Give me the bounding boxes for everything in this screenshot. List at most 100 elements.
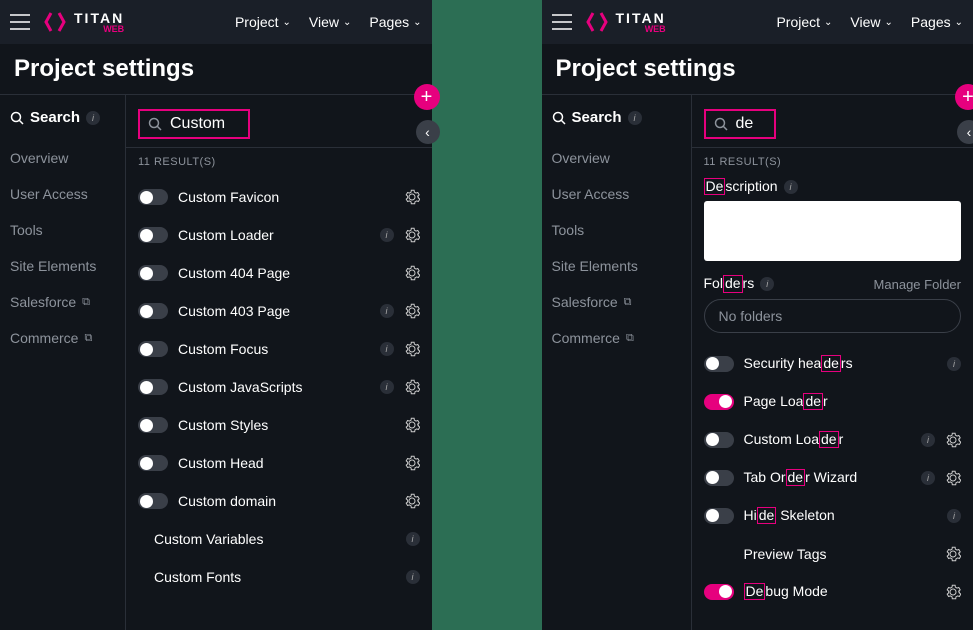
info-icon[interactable]: i	[380, 342, 394, 356]
sidebar-item-tools[interactable]: Tools	[10, 212, 115, 248]
chevron-down-icon: ⌄	[343, 17, 351, 28]
gear-icon[interactable]	[945, 470, 961, 486]
sidebar-item-site-elements[interactable]: Site Elements	[10, 248, 115, 284]
info-icon[interactable]: i	[760, 277, 774, 291]
info-icon[interactable]: i	[628, 111, 642, 125]
sidebar-item-commerce[interactable]: Commerce⧉	[552, 320, 681, 356]
chevron-down-icon: ⌄	[955, 17, 963, 28]
setting-label: Custom Variables	[154, 531, 396, 547]
setting-row: Custom Loaderi	[704, 421, 962, 459]
toggle[interactable]	[704, 432, 734, 448]
info-icon[interactable]: i	[947, 509, 961, 523]
setting-row: Custom Fonts i	[138, 558, 420, 596]
info-icon[interactable]: i	[406, 570, 420, 584]
description-label: Descriptioni	[704, 178, 962, 195]
search-input-box[interactable]	[704, 109, 776, 139]
gear-icon[interactable]	[404, 379, 420, 395]
info-icon[interactable]: i	[921, 433, 935, 447]
setting-row: Custom Styles	[138, 406, 420, 444]
gear-icon[interactable]	[945, 584, 961, 600]
info-icon[interactable]: i	[784, 180, 798, 194]
setting-label: Custom Fonts	[154, 569, 396, 585]
gear-icon[interactable]	[945, 546, 961, 562]
gear-icon[interactable]	[404, 417, 420, 433]
toggle[interactable]	[138, 379, 168, 395]
toggle[interactable]	[138, 189, 168, 205]
sidebar-item-commerce[interactable]: Commerce⧉	[10, 320, 115, 356]
chevron-down-icon: ⌄	[283, 17, 291, 28]
setting-label: Page Loader	[744, 393, 962, 410]
info-icon[interactable]: i	[86, 111, 100, 125]
info-icon[interactable]: i	[380, 380, 394, 394]
setting-row: Custom JavaScriptsi	[138, 368, 420, 406]
gear-icon[interactable]	[404, 265, 420, 281]
toggle[interactable]	[138, 303, 168, 319]
sidebar-item-salesforce[interactable]: Salesforce⧉	[552, 284, 681, 320]
gear-icon[interactable]	[404, 455, 420, 471]
external-link-icon: ⧉	[624, 296, 632, 309]
setting-row: Custom Variables i	[138, 520, 420, 558]
menu-icon[interactable]	[552, 14, 572, 30]
nav-project[interactable]: Project⌄	[776, 14, 832, 30]
sidebar-search[interactable]: Search i	[10, 109, 115, 126]
sidebar-item-user-access[interactable]: User Access	[10, 176, 115, 212]
setting-label: Hide Skeleton	[744, 507, 938, 524]
gear-icon[interactable]	[404, 303, 420, 319]
toggle[interactable]	[138, 455, 168, 471]
gear-icon[interactable]	[404, 189, 420, 205]
toggle[interactable]	[138, 265, 168, 281]
toggle[interactable]	[704, 584, 734, 600]
logo[interactable]: TITANWEB	[42, 9, 124, 35]
toggle[interactable]	[704, 394, 734, 410]
setting-row: Security headers i	[704, 345, 962, 383]
toggle[interactable]	[704, 470, 734, 486]
setting-row: Custom Focusi	[138, 330, 420, 368]
toggle[interactable]	[704, 508, 734, 524]
sidebar-item-site-elements[interactable]: Site Elements	[552, 248, 681, 284]
toggle[interactable]	[704, 356, 734, 372]
add-button[interactable]: +	[414, 84, 440, 110]
search-input-box[interactable]	[138, 109, 250, 139]
nav-project[interactable]: Project⌄	[235, 14, 291, 30]
folders-label: Foldersi	[704, 275, 775, 292]
toggle[interactable]	[138, 227, 168, 243]
toggle[interactable]	[138, 493, 168, 509]
toggle[interactable]	[138, 341, 168, 357]
setting-row: Debug Mode	[704, 573, 962, 611]
search-input[interactable]	[736, 115, 766, 133]
gear-icon[interactable]	[404, 493, 420, 509]
info-icon[interactable]: i	[380, 228, 394, 242]
manage-folder-link[interactable]: Manage Folder	[874, 277, 961, 292]
info-icon[interactable]: i	[406, 532, 420, 546]
nav-view[interactable]: View⌄	[850, 14, 892, 30]
sidebar-item-overview[interactable]: Overview	[10, 140, 115, 176]
info-icon[interactable]: i	[947, 357, 961, 371]
search-input[interactable]	[170, 115, 240, 133]
menu-icon[interactable]	[10, 14, 30, 30]
sidebar-search[interactable]: Search i	[552, 109, 681, 126]
setting-label: Custom domain	[178, 493, 394, 509]
nav-pages[interactable]: Pages⌄	[369, 14, 421, 30]
sidebar-item-tools[interactable]: Tools	[552, 212, 681, 248]
nav-pages[interactable]: Pages⌄	[911, 14, 963, 30]
gear-icon[interactable]	[945, 432, 961, 448]
setting-row: Tab Order Wizardi	[704, 459, 962, 497]
sidebar-item-salesforce[interactable]: Salesforce⧉	[10, 284, 115, 320]
setting-label: Custom Favicon	[178, 189, 394, 205]
setting-label: Security headers	[744, 355, 938, 372]
setting-label: Debug Mode	[744, 583, 936, 600]
setting-row: Custom 403 Pagei	[138, 292, 420, 330]
info-icon[interactable]: i	[921, 471, 935, 485]
gear-icon[interactable]	[404, 227, 420, 243]
logo[interactable]: TITANWEB	[584, 9, 666, 35]
gear-icon[interactable]	[404, 341, 420, 357]
toggle[interactable]	[138, 417, 168, 433]
info-icon[interactable]: i	[380, 304, 394, 318]
collapse-button[interactable]: ‹	[416, 120, 440, 144]
nav-view[interactable]: View⌄	[309, 14, 351, 30]
chevron-down-icon: ⌄	[413, 17, 421, 28]
sidebar-item-user-access[interactable]: User Access	[552, 176, 681, 212]
folder-select[interactable]: No folders	[704, 299, 962, 333]
description-textarea[interactable]	[704, 201, 962, 261]
sidebar-item-overview[interactable]: Overview	[552, 140, 681, 176]
